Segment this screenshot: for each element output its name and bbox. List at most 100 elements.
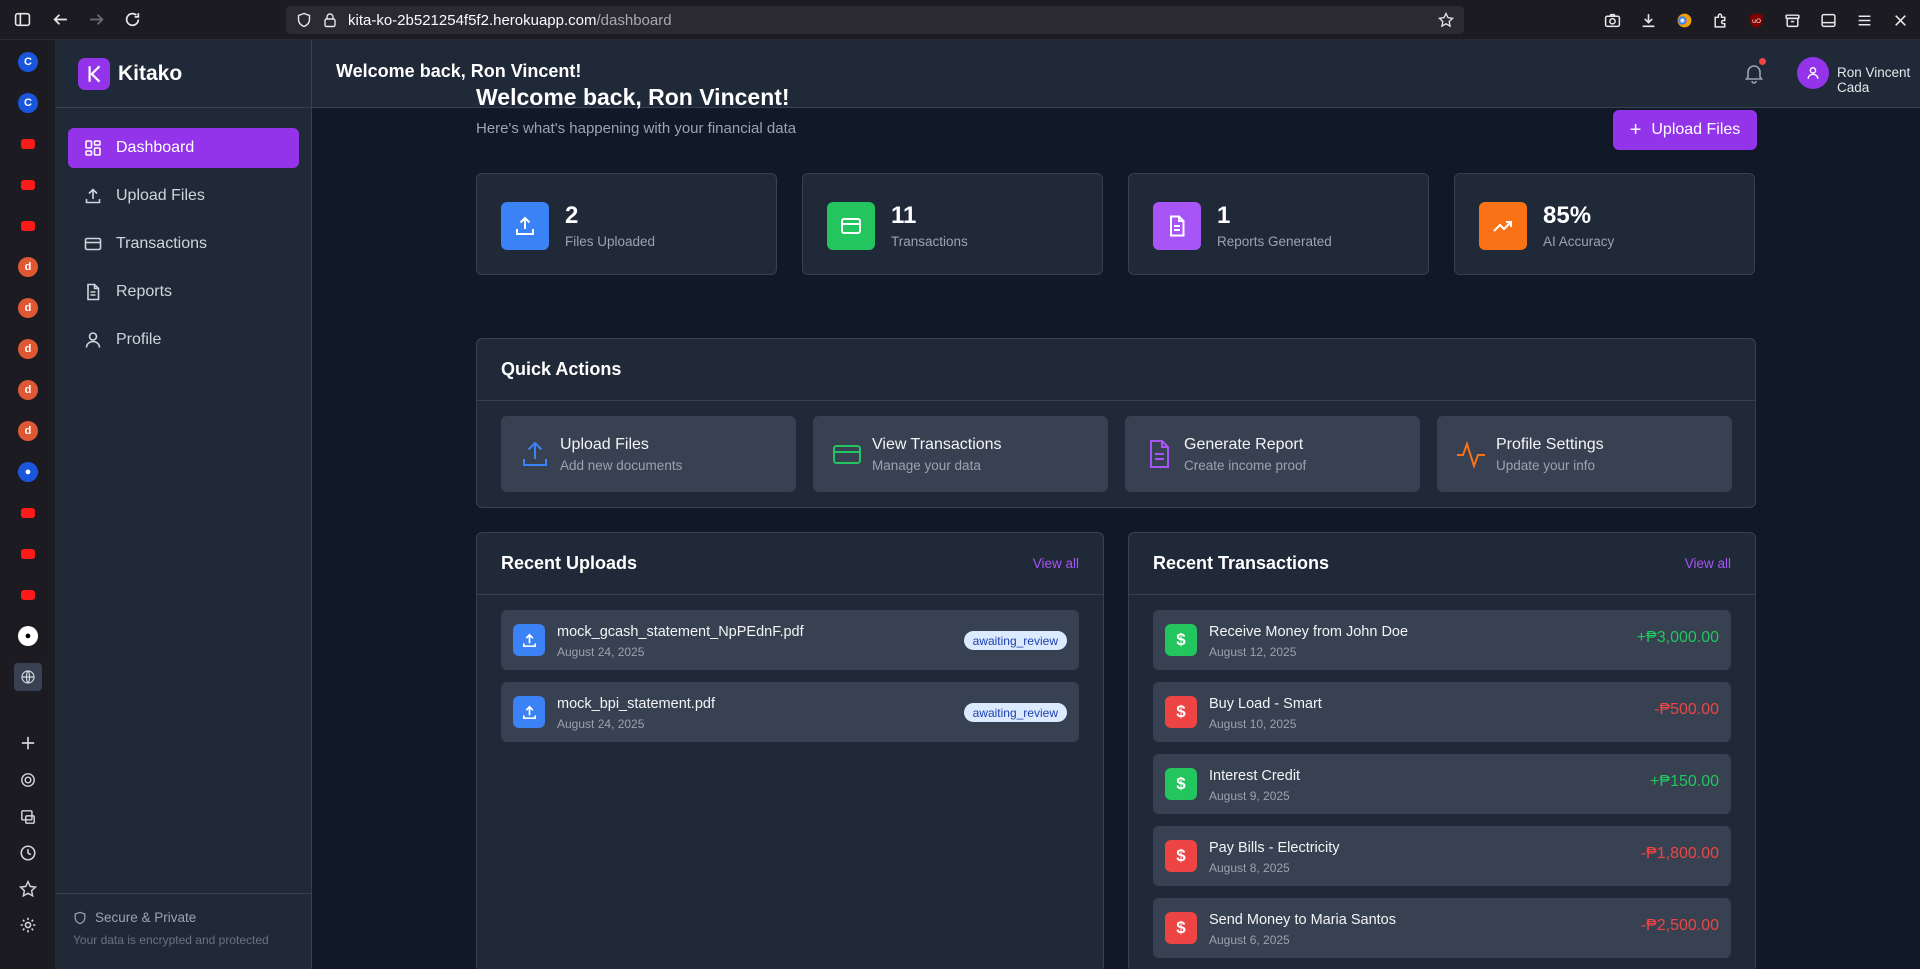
duckduckgo-tab-icon[interactable]: d xyxy=(18,257,38,277)
stat-value: 11 xyxy=(891,202,917,229)
containers-icon[interactable] xyxy=(1774,0,1810,40)
upload-icon xyxy=(513,696,545,728)
quick-action-title: Upload Files xyxy=(560,436,649,453)
header-title: Welcome back, Ron Vincent! xyxy=(336,61,582,81)
chatgpt-icon[interactable] xyxy=(18,770,38,790)
sidebar-item-dashboard[interactable]: Dashboard xyxy=(68,128,299,168)
transaction-amount: -₱1,800.00 xyxy=(1640,845,1719,862)
transaction-date: August 10, 2025 xyxy=(1209,717,1297,731)
transaction-date: August 8, 2025 xyxy=(1209,861,1290,875)
downloads-icon[interactable] xyxy=(1630,0,1666,40)
avatar[interactable] xyxy=(1797,57,1829,89)
credit-card-icon xyxy=(84,237,102,251)
tab-favicon-blue-icon[interactable]: ● xyxy=(18,462,38,482)
dollar-icon: $ xyxy=(1165,912,1197,944)
sidebar-item-profile[interactable]: Profile xyxy=(68,320,299,360)
browser-sidebar: C C d d d d d ● ● xyxy=(0,40,56,969)
recent-uploads-card: Recent Uploads View all mock_gcash_state… xyxy=(476,532,1104,969)
document-icon xyxy=(1150,440,1169,468)
transaction-row[interactable]: $ Receive Money from John Doe August 12,… xyxy=(1153,610,1731,670)
lock-icon[interactable] xyxy=(322,12,338,28)
brand[interactable]: Kitako xyxy=(56,40,311,108)
address-bar[interactable]: kita-ko-2b521254f5f2.herokuapp.com/dashb… xyxy=(286,6,1464,34)
stat-label: Reports Generated xyxy=(1217,234,1332,249)
reload-icon[interactable] xyxy=(114,0,150,40)
sidebar-item-reports[interactable]: Reports xyxy=(68,272,299,312)
transaction-amount: +₱150.00 xyxy=(1650,773,1719,790)
menu-icon[interactable] xyxy=(1846,0,1882,40)
reader-view-icon[interactable] xyxy=(1810,0,1846,40)
youtube-tab-icon[interactable] xyxy=(18,544,38,564)
transaction-row[interactable]: $ Interest Credit August 9, 2025 +₱150.0… xyxy=(1153,754,1731,814)
sidebar-item-upload-files[interactable]: Upload Files xyxy=(68,176,299,216)
quick-action-generate-report[interactable]: Generate Report Create income proof xyxy=(1125,416,1420,492)
transaction-row[interactable]: $ Buy Load - Smart August 10, 2025 -₱500… xyxy=(1153,682,1731,742)
youtube-tab-icon[interactable] xyxy=(18,503,38,523)
youtube-tab-icon[interactable] xyxy=(18,585,38,605)
transaction-row[interactable]: $ Send Money to Maria Santos August 6, 2… xyxy=(1153,898,1731,958)
close-window-icon[interactable] xyxy=(1882,0,1918,40)
quick-actions-title: Quick Actions xyxy=(501,359,622,379)
dollar-icon: $ xyxy=(1165,696,1197,728)
youtube-tab-icon[interactable] xyxy=(18,216,38,236)
settings-gear-icon[interactable] xyxy=(18,915,38,935)
url-path: /dashboard xyxy=(596,11,672,29)
extensions-icon[interactable] xyxy=(1702,0,1738,40)
new-tab-plus-icon[interactable] xyxy=(18,733,38,753)
tab-favicon-c-icon[interactable]: C xyxy=(18,52,38,72)
kitako-logo-icon xyxy=(78,57,110,90)
upload-row[interactable]: mock_gcash_statement_NpPEdnF.pdf August … xyxy=(501,610,1079,670)
transaction-date: August 9, 2025 xyxy=(1209,789,1290,803)
transaction-amount: +₱3,000.00 xyxy=(1636,629,1719,646)
sidebar-toggle-icon[interactable] xyxy=(4,0,40,40)
duckduckgo-tab-icon[interactable]: d xyxy=(18,380,38,400)
screenshot-icon[interactable] xyxy=(1594,0,1630,40)
recent-transactions-view-all-link[interactable]: View all xyxy=(1685,556,1731,571)
quick-action-upload-files[interactable]: Upload Files Add new documents xyxy=(501,416,796,492)
dollar-icon: $ xyxy=(1165,624,1197,656)
back-icon[interactable] xyxy=(42,0,78,40)
upload-files-button[interactable]: + Upload Files xyxy=(1613,110,1757,150)
quick-action-view-transactions[interactable]: View Transactions Manage your data xyxy=(813,416,1108,492)
bookmarks-star-icon[interactable] xyxy=(18,879,38,899)
sidebar-item-transactions[interactable]: Transactions xyxy=(68,224,299,264)
upload-row[interactable]: mock_bpi_statement.pdf August 24, 2025 a… xyxy=(501,682,1079,742)
security-title: Secure & Private xyxy=(73,910,312,925)
ublock-icon[interactable]: uO xyxy=(1738,0,1774,40)
transaction-name: Send Money to Maria Santos xyxy=(1209,912,1396,928)
brand-name: Kitako xyxy=(118,61,183,85)
synced-tabs-icon[interactable] xyxy=(18,807,38,827)
status-badge: awaiting_review xyxy=(963,631,1067,650)
quick-action-title: View Transactions xyxy=(872,436,1002,453)
recent-uploads-view-all-link[interactable]: View all xyxy=(1033,556,1079,571)
forward-icon[interactable] xyxy=(78,0,114,40)
security-subtitle: Your data is encrypted and protected xyxy=(73,933,269,947)
tab-favicon-c-icon[interactable]: C xyxy=(18,93,38,113)
youtube-tab-icon[interactable] xyxy=(18,175,38,195)
stat-card-ai-accuracy: 85% AI Accuracy xyxy=(1454,173,1755,275)
tracking-shield-icon[interactable] xyxy=(296,12,312,28)
transaction-date: August 12, 2025 xyxy=(1209,645,1297,659)
duckduckgo-tab-icon[interactable]: d xyxy=(18,339,38,359)
duckduckgo-tab-icon[interactable]: d xyxy=(18,421,38,441)
globe-tab-icon[interactable] xyxy=(14,663,42,691)
stat-label: Files Uploaded xyxy=(565,234,656,249)
browser-toolbar-right: uO xyxy=(1594,0,1920,40)
stat-value: 2 xyxy=(565,202,579,229)
upload-file-name: mock_bpi_statement.pdf xyxy=(557,696,715,712)
duckduckgo-tab-icon[interactable]: d xyxy=(18,298,38,318)
transaction-row[interactable]: $ Pay Bills - Electricity August 8, 2025… xyxy=(1153,826,1731,886)
dollar-icon: $ xyxy=(1165,768,1197,800)
extension-color-icon[interactable] xyxy=(1666,0,1702,40)
github-tab-icon[interactable]: ● xyxy=(18,626,38,646)
sidebar-item-label: Transactions xyxy=(116,235,207,252)
upload-icon xyxy=(501,202,549,250)
quick-action-title: Generate Report xyxy=(1184,436,1304,453)
history-icon[interactable] xyxy=(18,843,38,863)
youtube-tab-icon[interactable] xyxy=(18,134,38,154)
grid-icon xyxy=(85,140,101,156)
bookmark-star-icon[interactable] xyxy=(1438,12,1454,28)
quick-action-profile-settings[interactable]: Profile Settings Update your info xyxy=(1437,416,1732,492)
user-name[interactable]: Ron Vincent Cada xyxy=(1837,65,1920,95)
transaction-date: August 6, 2025 xyxy=(1209,933,1290,947)
